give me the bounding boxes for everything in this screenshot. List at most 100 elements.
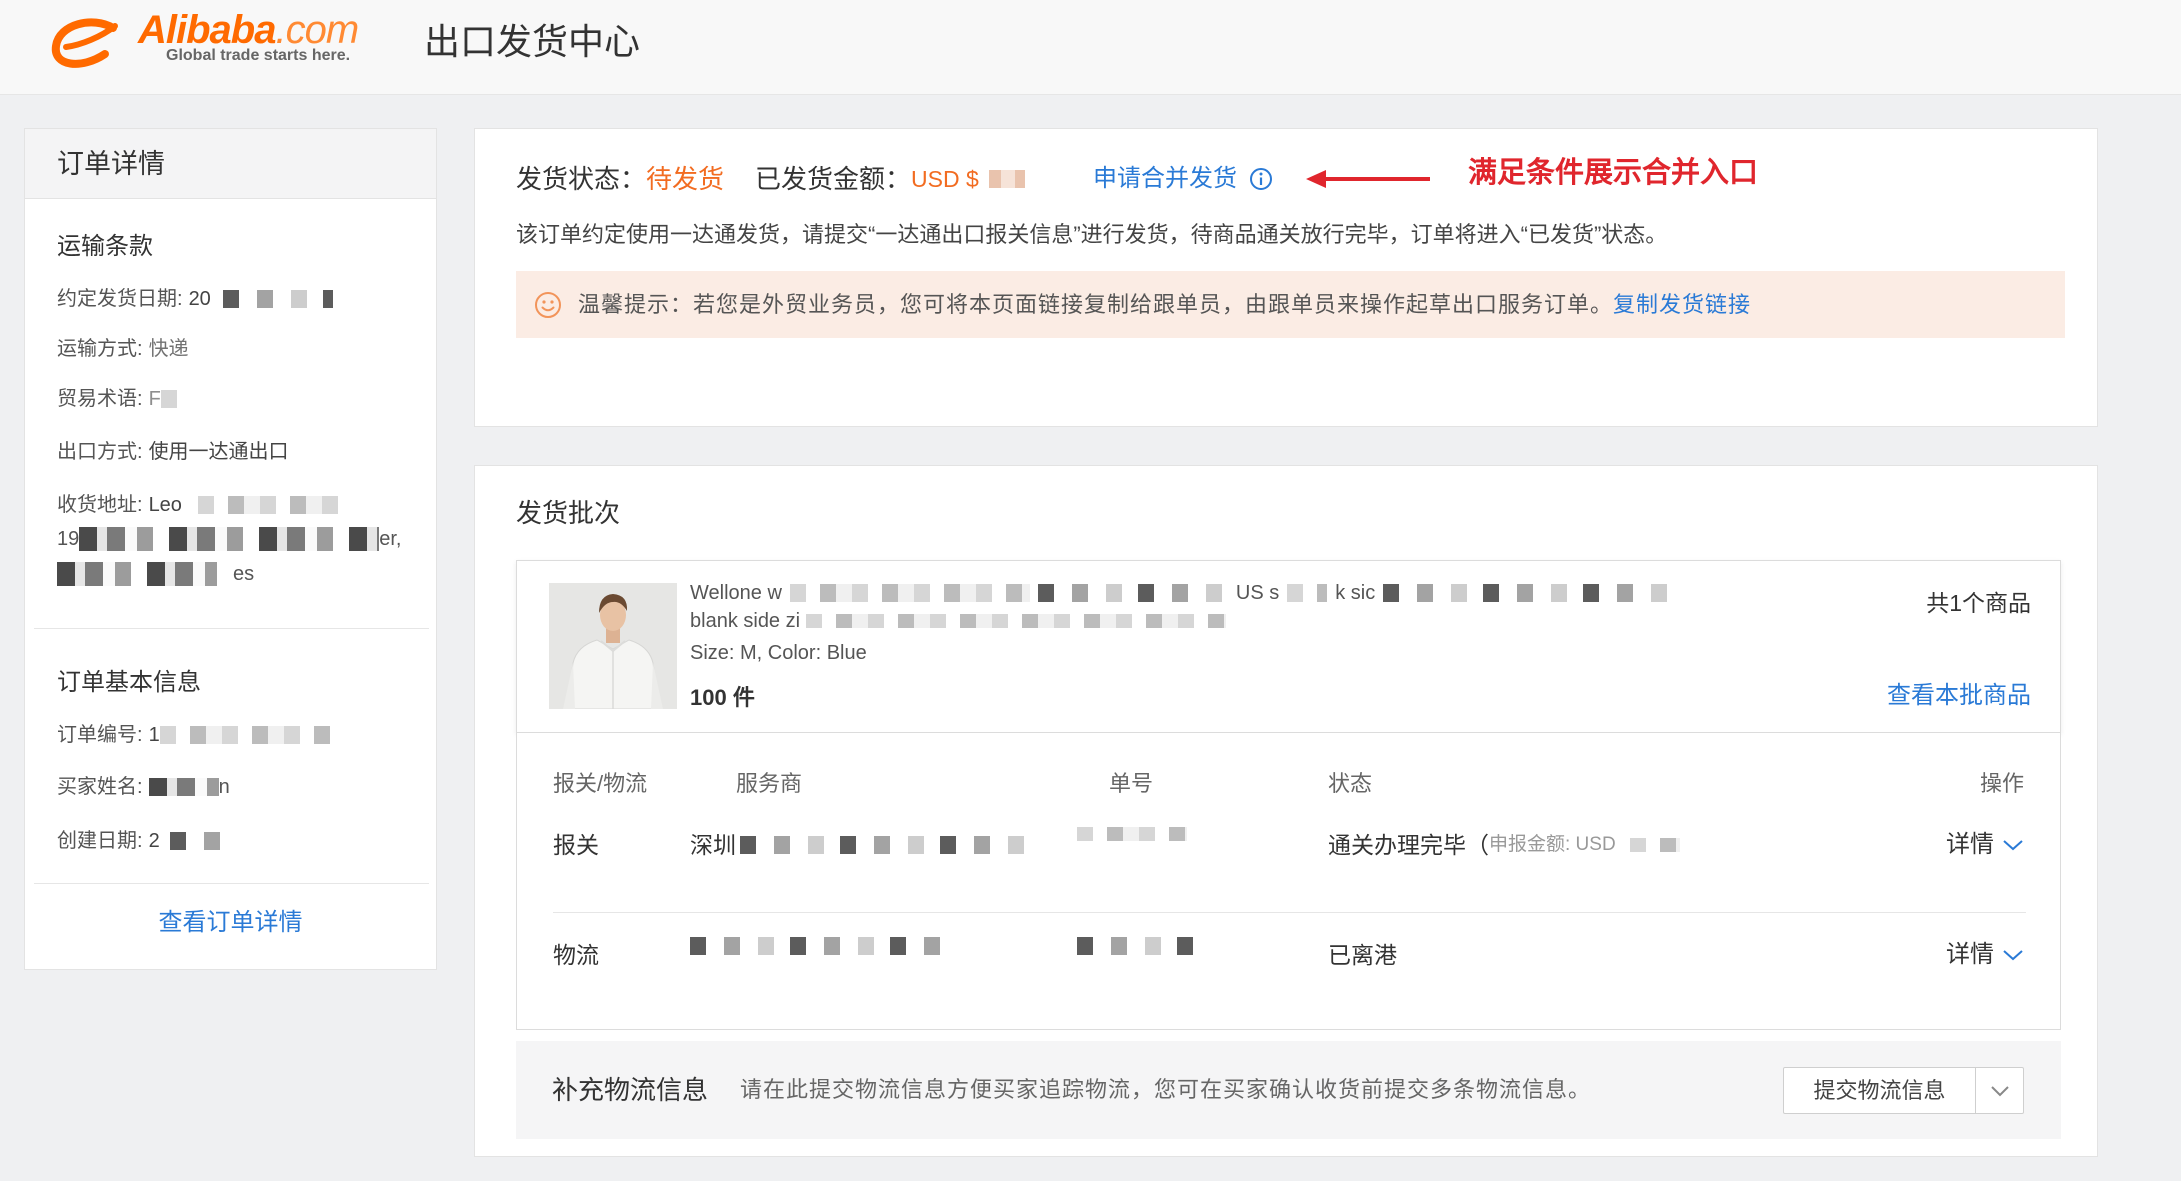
row-customs-status-text: 通关办理完毕（ bbox=[1328, 832, 1489, 858]
row-customs-details-button[interactable]: 详情 bbox=[1946, 827, 2024, 863]
address-line3-row: es bbox=[57, 556, 254, 592]
buyer-name-value: n bbox=[218, 776, 230, 798]
row-customs-status: 通关办理完毕（ 申报金额: USD bbox=[1328, 827, 1680, 863]
chevron-down-icon[interactable] bbox=[2002, 948, 2024, 962]
product-title-mid: US s bbox=[1235, 582, 1280, 604]
chevron-down-icon[interactable] bbox=[2002, 838, 2024, 852]
redacted-block bbox=[988, 170, 1025, 188]
info-icon[interactable] bbox=[1249, 167, 1273, 191]
address-line3: es bbox=[233, 563, 255, 585]
page-title: 出口发货中心 bbox=[424, 21, 641, 62]
address-line1: Leo bbox=[148, 494, 182, 516]
redacted-block bbox=[1629, 838, 1680, 852]
supplement-logistics-title: 补充物流信息 bbox=[552, 1075, 709, 1105]
product-title-start: Wellone w bbox=[690, 582, 782, 604]
address-line2-end: er, bbox=[379, 528, 402, 550]
apply-merge-shipping-label[interactable]: 申请合并发货 bbox=[1093, 159, 1237, 199]
submit-logistics-dropdown[interactable] bbox=[1976, 1068, 2023, 1113]
redacted-block bbox=[160, 390, 191, 408]
row-customs-provider: 深圳 bbox=[690, 827, 1030, 863]
export-mode-label: 出口方式: bbox=[57, 441, 143, 463]
submit-logistics-button[interactable]: 提交物流信息 bbox=[1784, 1068, 1976, 1113]
row-customs-declared-amount: 申报金额: USD bbox=[1489, 834, 1616, 855]
redacted-block bbox=[1037, 584, 1228, 602]
logo-tagline: Global trade starts here. bbox=[166, 47, 351, 64]
tip-notice-body: 若您是外贸业务员，您可将本页面链接复制给跟单员，由跟单员来操作起草出口服务订单。 bbox=[693, 292, 1614, 317]
redacted-block bbox=[789, 584, 1030, 602]
row-logistics-type: 物流 bbox=[553, 942, 599, 968]
row-logistics-details-label[interactable]: 详情 bbox=[1946, 937, 1994, 973]
row-logistics-number bbox=[1077, 937, 1197, 955]
order-number-label: 订单编号: bbox=[57, 724, 143, 746]
redacted-block bbox=[148, 778, 219, 796]
shipping-status-label: 发货状态： bbox=[516, 164, 647, 194]
order-detail-title: 订单详情 bbox=[25, 129, 436, 199]
product-card: Wellone w US s k sic blank side zi Size:… bbox=[516, 560, 2061, 733]
row-logistics-status: 已离港 bbox=[1328, 942, 1397, 968]
product-variant: Size: M, Color: Blue bbox=[690, 642, 867, 664]
shipping-batch-panel: 发货批次 Wellone w US s k sic blank side zi … bbox=[474, 465, 2098, 1157]
shipping-status-value: 待发货 bbox=[646, 164, 725, 194]
order-detail-panel: 订单详情 运输条款 约定发货日期: 20 运输方式: 快递 贸易术语: F 出口… bbox=[24, 128, 437, 970]
product-title-end: k sic bbox=[1335, 582, 1376, 604]
trade-term-row: 贸易术语: F bbox=[57, 381, 191, 417]
export-mode-value: 使用一达通出口 bbox=[148, 441, 289, 463]
view-batch-products-link[interactable]: 查看本批商品 bbox=[1887, 678, 2031, 714]
customs-logistics-table: 报关/物流 服务商 单号 状态 操作 报关 深圳 通关办理完毕（ 申报金额: U… bbox=[516, 733, 2061, 1030]
chevron-down-icon[interactable] bbox=[1990, 1085, 2010, 1097]
delivery-date-row: 约定发货日期: 20 bbox=[57, 281, 333, 317]
product-thumbnail[interactable] bbox=[549, 583, 677, 714]
column-header-type: 报关/物流 bbox=[553, 771, 648, 796]
redacted-block bbox=[1383, 584, 1684, 602]
supplement-logistics-bar: 补充物流信息 请在此提交物流信息方便买家追踪物流，您可在买家确认收货前提交多条物… bbox=[516, 1041, 2061, 1139]
delivery-date-label: 约定发货日期: bbox=[57, 288, 183, 310]
row-logistics-details-button[interactable]: 详情 bbox=[1946, 937, 2024, 973]
shipping-method-value: 快递 bbox=[148, 338, 189, 360]
column-header-action: 操作 bbox=[1979, 771, 2024, 796]
alibaba-logo-icon[interactable] bbox=[49, 16, 129, 77]
annotation-callout: 满足条件展示合并入口 bbox=[1468, 157, 1759, 189]
basic-info-heading: 订单基本信息 bbox=[57, 669, 201, 696]
address-label: 收货地址: bbox=[57, 494, 143, 516]
tip-notice-label: 温馨提示： bbox=[578, 292, 694, 317]
shipping-method-row: 运输方式: 快递 bbox=[57, 331, 189, 367]
column-header-provider: 服务商 bbox=[736, 771, 803, 796]
trade-term-value: F bbox=[148, 388, 161, 410]
product-title-line1[interactable]: Wellone w US s k sic bbox=[690, 579, 1684, 607]
row-customs-provider-text: 深圳 bbox=[690, 832, 736, 858]
tip-notice-text: 温馨提示：若您是外贸业务员，您可将本页面链接复制给跟单员，由跟单员来操作起草出口… bbox=[578, 271, 1751, 338]
apply-merge-shipping-link[interactable]: 申请合并发货 bbox=[1093, 159, 1273, 199]
product-count: 共1个商品 bbox=[1926, 590, 2031, 616]
submit-logistics-button-group: 提交物流信息 bbox=[1783, 1067, 2024, 1114]
product-quantity: 100 件 bbox=[690, 685, 755, 710]
top-header: Alibaba.com Global trade starts here. 出口… bbox=[0, 0, 2181, 95]
column-header-number: 单号 bbox=[1109, 771, 1154, 796]
section-divider bbox=[34, 628, 429, 629]
copy-shipping-link[interactable]: 复制发货链接 bbox=[1613, 292, 1751, 317]
supplement-logistics-description: 请在此提交物流信息方便买家追踪物流，您可在买家确认收货前提交多条物流信息。 bbox=[740, 1077, 1592, 1102]
buyer-name-row: 买家姓名: n bbox=[57, 769, 230, 805]
shipping-status-panel: 发货状态： 待发货 已发货金额： USD $ 申请合并发货 满足条件展示合并入口… bbox=[474, 128, 2098, 427]
tip-notice: 温馨提示：若您是外贸业务员，您可将本页面链接复制给跟单员，由跟单员来操作起草出口… bbox=[516, 271, 2065, 338]
row-customs-details-label[interactable]: 详情 bbox=[1946, 827, 1994, 863]
shipping-description: 该订单约定使用一达通发货，请提交“一达通出口报关信息”进行发货，待商品通关放行完… bbox=[516, 222, 1668, 247]
product-title-line2-text: blank side zi bbox=[690, 610, 801, 632]
product-title-line2[interactable]: blank side zi bbox=[690, 607, 1227, 635]
redacted-block bbox=[1077, 827, 1187, 841]
address-row: 收货地址: Leo bbox=[57, 487, 348, 523]
shipping-batch-title: 发货批次 bbox=[516, 498, 621, 528]
address-line2-row: 19 er, bbox=[57, 521, 402, 557]
row-customs-type: 报关 bbox=[553, 832, 599, 858]
row-divider bbox=[553, 912, 2026, 913]
created-date-label: 创建日期: bbox=[57, 830, 143, 852]
redacted-block bbox=[1287, 584, 1328, 602]
row-logistics-provider bbox=[690, 937, 940, 955]
redacted-block bbox=[159, 726, 330, 744]
trade-term-label: 贸易术语: bbox=[57, 388, 143, 410]
view-order-details-link[interactable]: 查看订单详情 bbox=[25, 903, 436, 943]
redacted-block bbox=[169, 832, 230, 850]
section-divider bbox=[34, 883, 429, 884]
redacted-block bbox=[222, 290, 333, 308]
redacted-block bbox=[197, 496, 348, 514]
created-date-value: 2 bbox=[148, 830, 160, 852]
